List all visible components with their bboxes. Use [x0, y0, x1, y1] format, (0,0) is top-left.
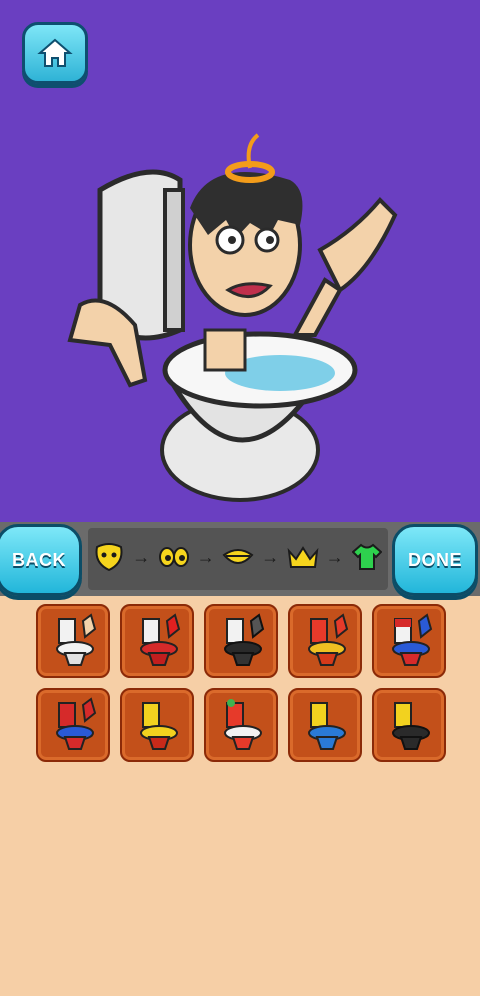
flag-toilet-icon: [392, 613, 433, 666]
black-gold-toilet-icon: [392, 702, 430, 750]
spider-toilet-icon: [56, 697, 97, 750]
face-shape-icon: [95, 543, 123, 571]
arrow-icon: →: [325, 546, 344, 567]
skin-tile[interactable]: [36, 604, 110, 678]
skin-tile[interactable]: [372, 604, 446, 678]
step-shirt[interactable]: [350, 540, 384, 574]
step-crown[interactable]: [286, 540, 320, 574]
mouth-icon: [222, 549, 254, 564]
blue-toilet-icon: [308, 702, 346, 750]
skin-tile[interactable]: [372, 688, 446, 762]
step-eyes[interactable]: [157, 540, 191, 574]
back-button-label: BACK: [12, 549, 66, 570]
black-toilet-icon: [224, 613, 265, 666]
arrow-icon: →: [196, 546, 215, 567]
arrow-icon: →: [132, 546, 151, 567]
skin-tile[interactable]: [204, 688, 278, 762]
done-button[interactable]: DONE: [392, 524, 478, 596]
home-icon: [37, 38, 73, 67]
white-toilet-icon: [56, 613, 97, 666]
toilet-character-illustration: [67, 133, 398, 502]
back-button[interactable]: BACK: [0, 524, 82, 596]
skin-tile[interactable]: [120, 604, 194, 678]
shirt-icon: [352, 543, 382, 570]
home-button[interactable]: [22, 22, 88, 84]
step-face-shape[interactable]: [92, 540, 126, 574]
skin-tile[interactable]: [288, 604, 362, 678]
arrow-icon: →: [261, 546, 280, 567]
skin-tile[interactable]: [204, 604, 278, 678]
yellow-toilet-icon: [140, 702, 178, 750]
red-toilet-icon: [140, 613, 181, 666]
step-mouth[interactable]: [221, 540, 255, 574]
skin-tile[interactable]: [36, 688, 110, 762]
customization-steps: → → → →: [92, 528, 384, 586]
red-white-toilet-icon: [224, 699, 262, 750]
toilet-skin-grid: [36, 604, 448, 762]
drawing-canvas: [0, 0, 480, 522]
gold-red-toilet-icon: [308, 613, 349, 666]
eyes-icon: [158, 547, 189, 567]
crown-icon: [287, 546, 318, 568]
done-button-label: DONE: [407, 549, 462, 570]
skin-tile[interactable]: [288, 688, 362, 762]
skin-tile[interactable]: [120, 688, 194, 762]
